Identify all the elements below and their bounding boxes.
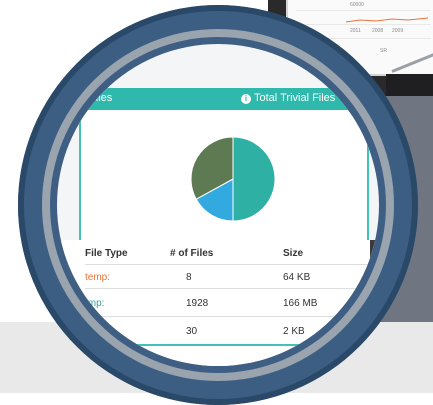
table-cell-size: 166 MB xyxy=(283,298,318,309)
table-cell-size: 64 KB xyxy=(283,272,311,283)
table-cell-type[interactable]: tmp: xyxy=(85,298,104,309)
table-cell-count: 30 xyxy=(186,326,198,337)
magnifier-lens: Files i Total Trivial Files File Type # o… xyxy=(57,44,379,366)
table-cell-count: 1928 xyxy=(186,298,209,309)
column-header-file-count: # of Files xyxy=(170,248,214,259)
files-panel-header: Files i Total Trivial Files xyxy=(57,88,379,110)
table-cell-size: 2 KB xyxy=(283,326,305,337)
trivial-files-label: Total Trivial Files xyxy=(254,92,336,104)
files-panel-bottom-border xyxy=(79,344,369,346)
file-type-table: File Type # of Files Size temp: 8 64 KB … xyxy=(57,240,379,366)
table-scrollbar[interactable] xyxy=(370,240,376,300)
column-header-file-type: File Type xyxy=(85,248,128,259)
pie-slice[interactable] xyxy=(232,136,276,222)
table-cell-type[interactable]: temp: xyxy=(85,272,110,283)
column-header-size: Size xyxy=(283,248,304,259)
table-row-divider xyxy=(85,316,371,317)
trivial-files-title: i Total Trivial Files xyxy=(241,92,335,104)
table-row-divider xyxy=(85,264,371,265)
file-type-pie-chart xyxy=(190,136,276,222)
files-panel-title: Files xyxy=(89,92,113,104)
table-row-divider xyxy=(85,288,371,289)
info-icon[interactable]: i xyxy=(241,94,251,104)
table-cell-count: 8 xyxy=(186,272,192,283)
